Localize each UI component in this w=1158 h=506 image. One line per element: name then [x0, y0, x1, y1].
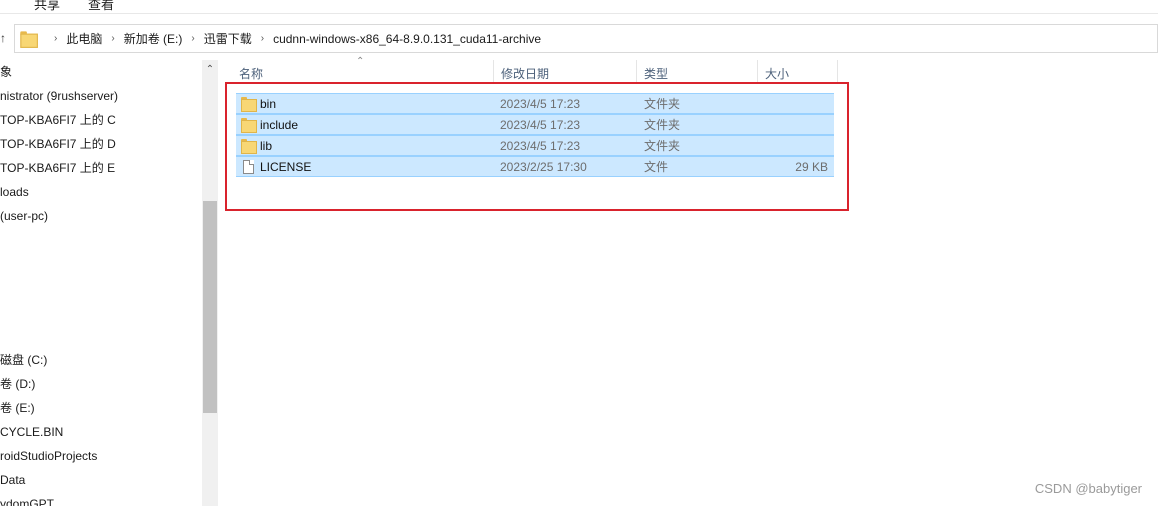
nav-item[interactable]: CYCLE.BIN [0, 422, 63, 442]
nav-item[interactable]: TOP-KBA6FI7 上的 D [0, 134, 116, 154]
breadcrumb-current-folder[interactable]: cudnn-windows-x86_64-8.9.0.131_cuda11-ar… [273, 32, 541, 46]
watermark: CSDN @babytiger [1034, 481, 1142, 496]
breadcrumb-volume-e[interactable]: 新加卷 (E:) [124, 30, 183, 47]
nav-item[interactable]: 磁盘 (C:) [0, 350, 47, 370]
up-arrow-icon[interactable]: ↑ [0, 31, 6, 45]
nav-item[interactable]: loads [0, 182, 29, 202]
nav-item[interactable]: Data [0, 470, 25, 490]
column-header-type[interactable]: 类型 [637, 60, 758, 84]
address-box[interactable]: › 此电脑 › 新加卷 (E:) › 迅雷下载 › cudnn-windows-… [14, 24, 1158, 53]
nav-scrollbar[interactable]: ⌃ [202, 60, 218, 506]
folder-icon [20, 30, 38, 48]
nav-item[interactable]: ydomGPT [0, 494, 54, 506]
ribbon-tabs: 共享 查看 [0, 0, 1158, 14]
column-header-size[interactable]: 大小 [758, 60, 838, 84]
nav-item[interactable]: TOP-KBA6FI7 上的 E [0, 158, 115, 178]
nav-item[interactable]: roidStudioProjects [0, 446, 97, 466]
breadcrumb-xunlei[interactable]: 迅雷下载 [204, 30, 252, 47]
column-header-date[interactable]: 修改日期 [494, 60, 637, 84]
ribbon-tab-share[interactable]: 共享 [34, 0, 60, 13]
scroll-thumb[interactable] [203, 201, 217, 413]
nav-item[interactable]: 卷 (D:) [0, 374, 35, 394]
column-headers: 名称 修改日期 类型 大小 [232, 60, 838, 84]
nav-item[interactable]: (user-pc) [0, 206, 48, 226]
nav-item[interactable]: nistrator (9rushserver) [0, 86, 118, 106]
navigation-pane: 象 nistrator (9rushserver) TOP-KBA6FI7 上的… [0, 60, 220, 506]
highlight-box [225, 82, 849, 211]
address-bar: ↑ › 此电脑 › 新加卷 (E:) › 迅雷下载 › cudnn-window… [0, 22, 1158, 54]
chevron-right-icon[interactable]: › [54, 33, 57, 44]
column-header-name[interactable]: 名称 [232, 60, 494, 84]
nav-item[interactable]: 卷 (E:) [0, 398, 35, 418]
nav-item[interactable]: 象 [0, 62, 12, 82]
chevron-right-icon[interactable]: › [191, 33, 194, 44]
ribbon-tab-view[interactable]: 查看 [88, 0, 114, 13]
chevron-right-icon[interactable]: › [261, 33, 264, 44]
breadcrumb-this-pc[interactable]: 此电脑 [66, 30, 102, 47]
chevron-right-icon[interactable]: › [111, 33, 114, 44]
nav-item[interactable]: TOP-KBA6FI7 上的 C [0, 110, 116, 130]
scroll-up-icon[interactable]: ⌃ [202, 60, 218, 80]
